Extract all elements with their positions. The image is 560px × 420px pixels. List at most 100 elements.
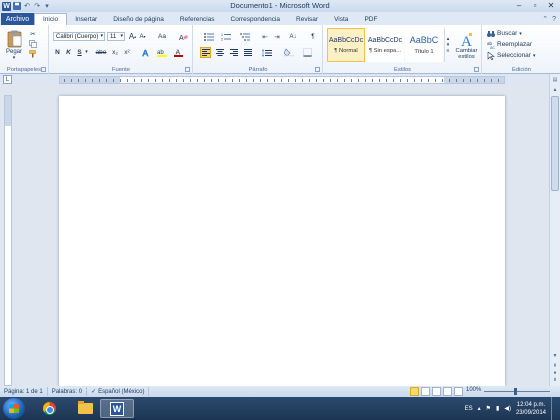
tab-pdf[interactable]: PDF [356,13,385,25]
taskbar-chrome[interactable] [32,399,66,418]
outline-view-icon[interactable] [443,387,452,396]
change-styles-button[interactable]: A Cambiar estilos [453,28,480,64]
show-hidden-icons-icon[interactable]: ▴ [478,405,481,412]
scroll-down-icon[interactable]: ▼ [551,352,559,360]
tab-page-layout[interactable]: Diseño de página [105,13,172,25]
input-language[interactable]: ES [465,406,473,412]
tab-review[interactable]: Revisar [288,13,326,25]
bullets-icon[interactable] [201,32,216,41]
copy-icon[interactable] [28,39,38,48]
horizontal-ruler[interactable] [59,76,505,84]
paste-dropdown-icon[interactable]: ▾ [13,55,16,61]
network-icon[interactable]: ▮ [496,405,499,412]
zoom-level[interactable]: 100% [466,387,481,393]
styles-gallery-scroll[interactable]: ▴ ▾ ≡ [444,28,451,62]
save-icon[interactable] [13,2,21,10]
style-heading-1[interactable]: AaBbC Título 1 [405,28,443,62]
flag-icon[interactable]: ⚑ [486,405,491,412]
zoom-slider-knob[interactable] [514,388,517,395]
font-color-icon[interactable]: A [172,47,184,57]
underline-button[interactable]: S [75,47,84,57]
customize-toolbar-icon[interactable]: ▾ [43,2,51,10]
align-left-button[interactable] [200,47,211,58]
clipboard-dialog-launcher[interactable] [41,67,46,72]
show-desktop-button[interactable] [551,397,556,420]
underline-dropdown-icon[interactable]: ▾ [84,47,89,57]
strikethrough-button[interactable]: abe [94,47,108,57]
shrink-font-button[interactable]: A ▾ [138,32,147,41]
minimize-button[interactable]: – [512,0,526,10]
font-name-combo[interactable]: Calibri (Cuerpo) ▾ [53,32,105,41]
chrome-icon [42,402,56,415]
clear-formatting-icon[interactable]: A [178,32,188,41]
font-dialog-launcher[interactable] [185,67,190,72]
justify-button[interactable] [242,47,253,58]
ruler-tick [442,79,443,82]
paragraph-dialog-launcher[interactable] [315,67,320,72]
line-spacing-icon[interactable] [260,47,274,58]
word-count[interactable]: Palabras: 0 [48,387,88,396]
zoom-slider[interactable] [484,388,550,395]
subscript-button[interactable]: x₂ [110,47,120,57]
format-painter-icon[interactable] [28,49,38,58]
select-button[interactable]: Seleccionar ▾ [487,51,535,60]
superscript-button[interactable]: x² [122,47,132,57]
tab-references[interactable]: Referencias [172,13,223,25]
shading-icon[interactable] [282,47,296,58]
volume-icon[interactable]: ◀) [504,405,511,412]
document-page[interactable] [59,96,505,386]
restore-button[interactable]: ▫ [528,0,542,10]
vertical-scrollbar[interactable]: ▤ ▲ ▼ ⇞ ● ⇟ [549,74,560,386]
find-button[interactable]: Buscar ▾ [487,29,522,38]
multilevel-list-icon[interactable] [237,32,252,41]
language-status[interactable]: ✓ Español (México) [87,387,150,396]
show-marks-button[interactable]: ¶ [308,32,318,41]
replace-button[interactable]: ab ac Reemplazar [487,40,532,49]
bold-button[interactable]: N [53,47,62,57]
taskbar-word[interactable]: W [100,399,134,418]
style-normal[interactable]: AaBbCcDc ¶ Normal [327,28,365,62]
tab-mailings[interactable]: Correspondencia [223,13,289,25]
italic-button[interactable]: K [64,47,73,57]
tab-insert[interactable]: Insertar [67,13,105,25]
scroll-up-icon[interactable]: ▲ [551,86,559,94]
clock[interactable]: 12:04 p.m. 23/09/2014 [516,401,546,417]
grow-font-button[interactable]: A ▴ [128,32,137,41]
tab-file[interactable]: Archivo [1,13,34,25]
ruler-toggle-icon[interactable]: ▤ [551,76,559,84]
vertical-ruler[interactable] [4,95,12,386]
sort-icon[interactable]: A↓ [288,32,298,41]
decrease-indent-icon[interactable]: ⇤ [260,32,270,41]
numbering-icon[interactable]: 12 [218,32,233,41]
minimize-ribbon-icon[interactable]: ⌃ [542,15,548,23]
styles-dialog-launcher[interactable] [474,67,479,72]
borders-icon[interactable] [300,47,314,58]
tab-home[interactable]: Inicio [34,13,68,25]
full-screen-reading-view-icon[interactable] [421,387,430,396]
highlight-icon[interactable]: ab [156,47,168,57]
increase-indent-icon[interactable]: ⇥ [272,32,282,41]
close-button[interactable]: ✕ [544,0,558,10]
cut-icon[interactable]: ✂ [28,29,38,38]
scrollbar-thumb[interactable] [551,96,559,191]
page-count[interactable]: Página: 1 de 1 [0,387,48,396]
draft-view-icon[interactable] [454,387,463,396]
taskbar-explorer[interactable] [68,399,102,418]
word-app-icon[interactable]: W [2,1,11,11]
align-right-button[interactable] [228,47,239,58]
web-layout-view-icon[interactable] [432,387,441,396]
tab-selector-icon[interactable]: L [3,75,12,84]
print-layout-view-icon[interactable] [410,387,419,396]
next-page-icon[interactable]: ⇟ [551,376,559,384]
tab-view[interactable]: Vista [326,13,356,25]
paste-button[interactable]: Pegar ▾ [3,28,25,62]
change-case-button[interactable]: Aa [155,32,169,41]
start-button[interactable] [3,398,25,419]
redo-icon[interactable]: ↷ [33,2,41,10]
font-size-combo[interactable]: 11 ▾ [107,32,125,41]
undo-icon[interactable]: ↶ [23,2,31,10]
text-effects-icon[interactable]: A [140,47,152,57]
style-no-spacing[interactable]: AaBbCcDc ¶ Sin espa... [366,28,404,62]
help-icon[interactable]: ? [552,16,556,23]
align-center-button[interactable] [214,47,225,58]
